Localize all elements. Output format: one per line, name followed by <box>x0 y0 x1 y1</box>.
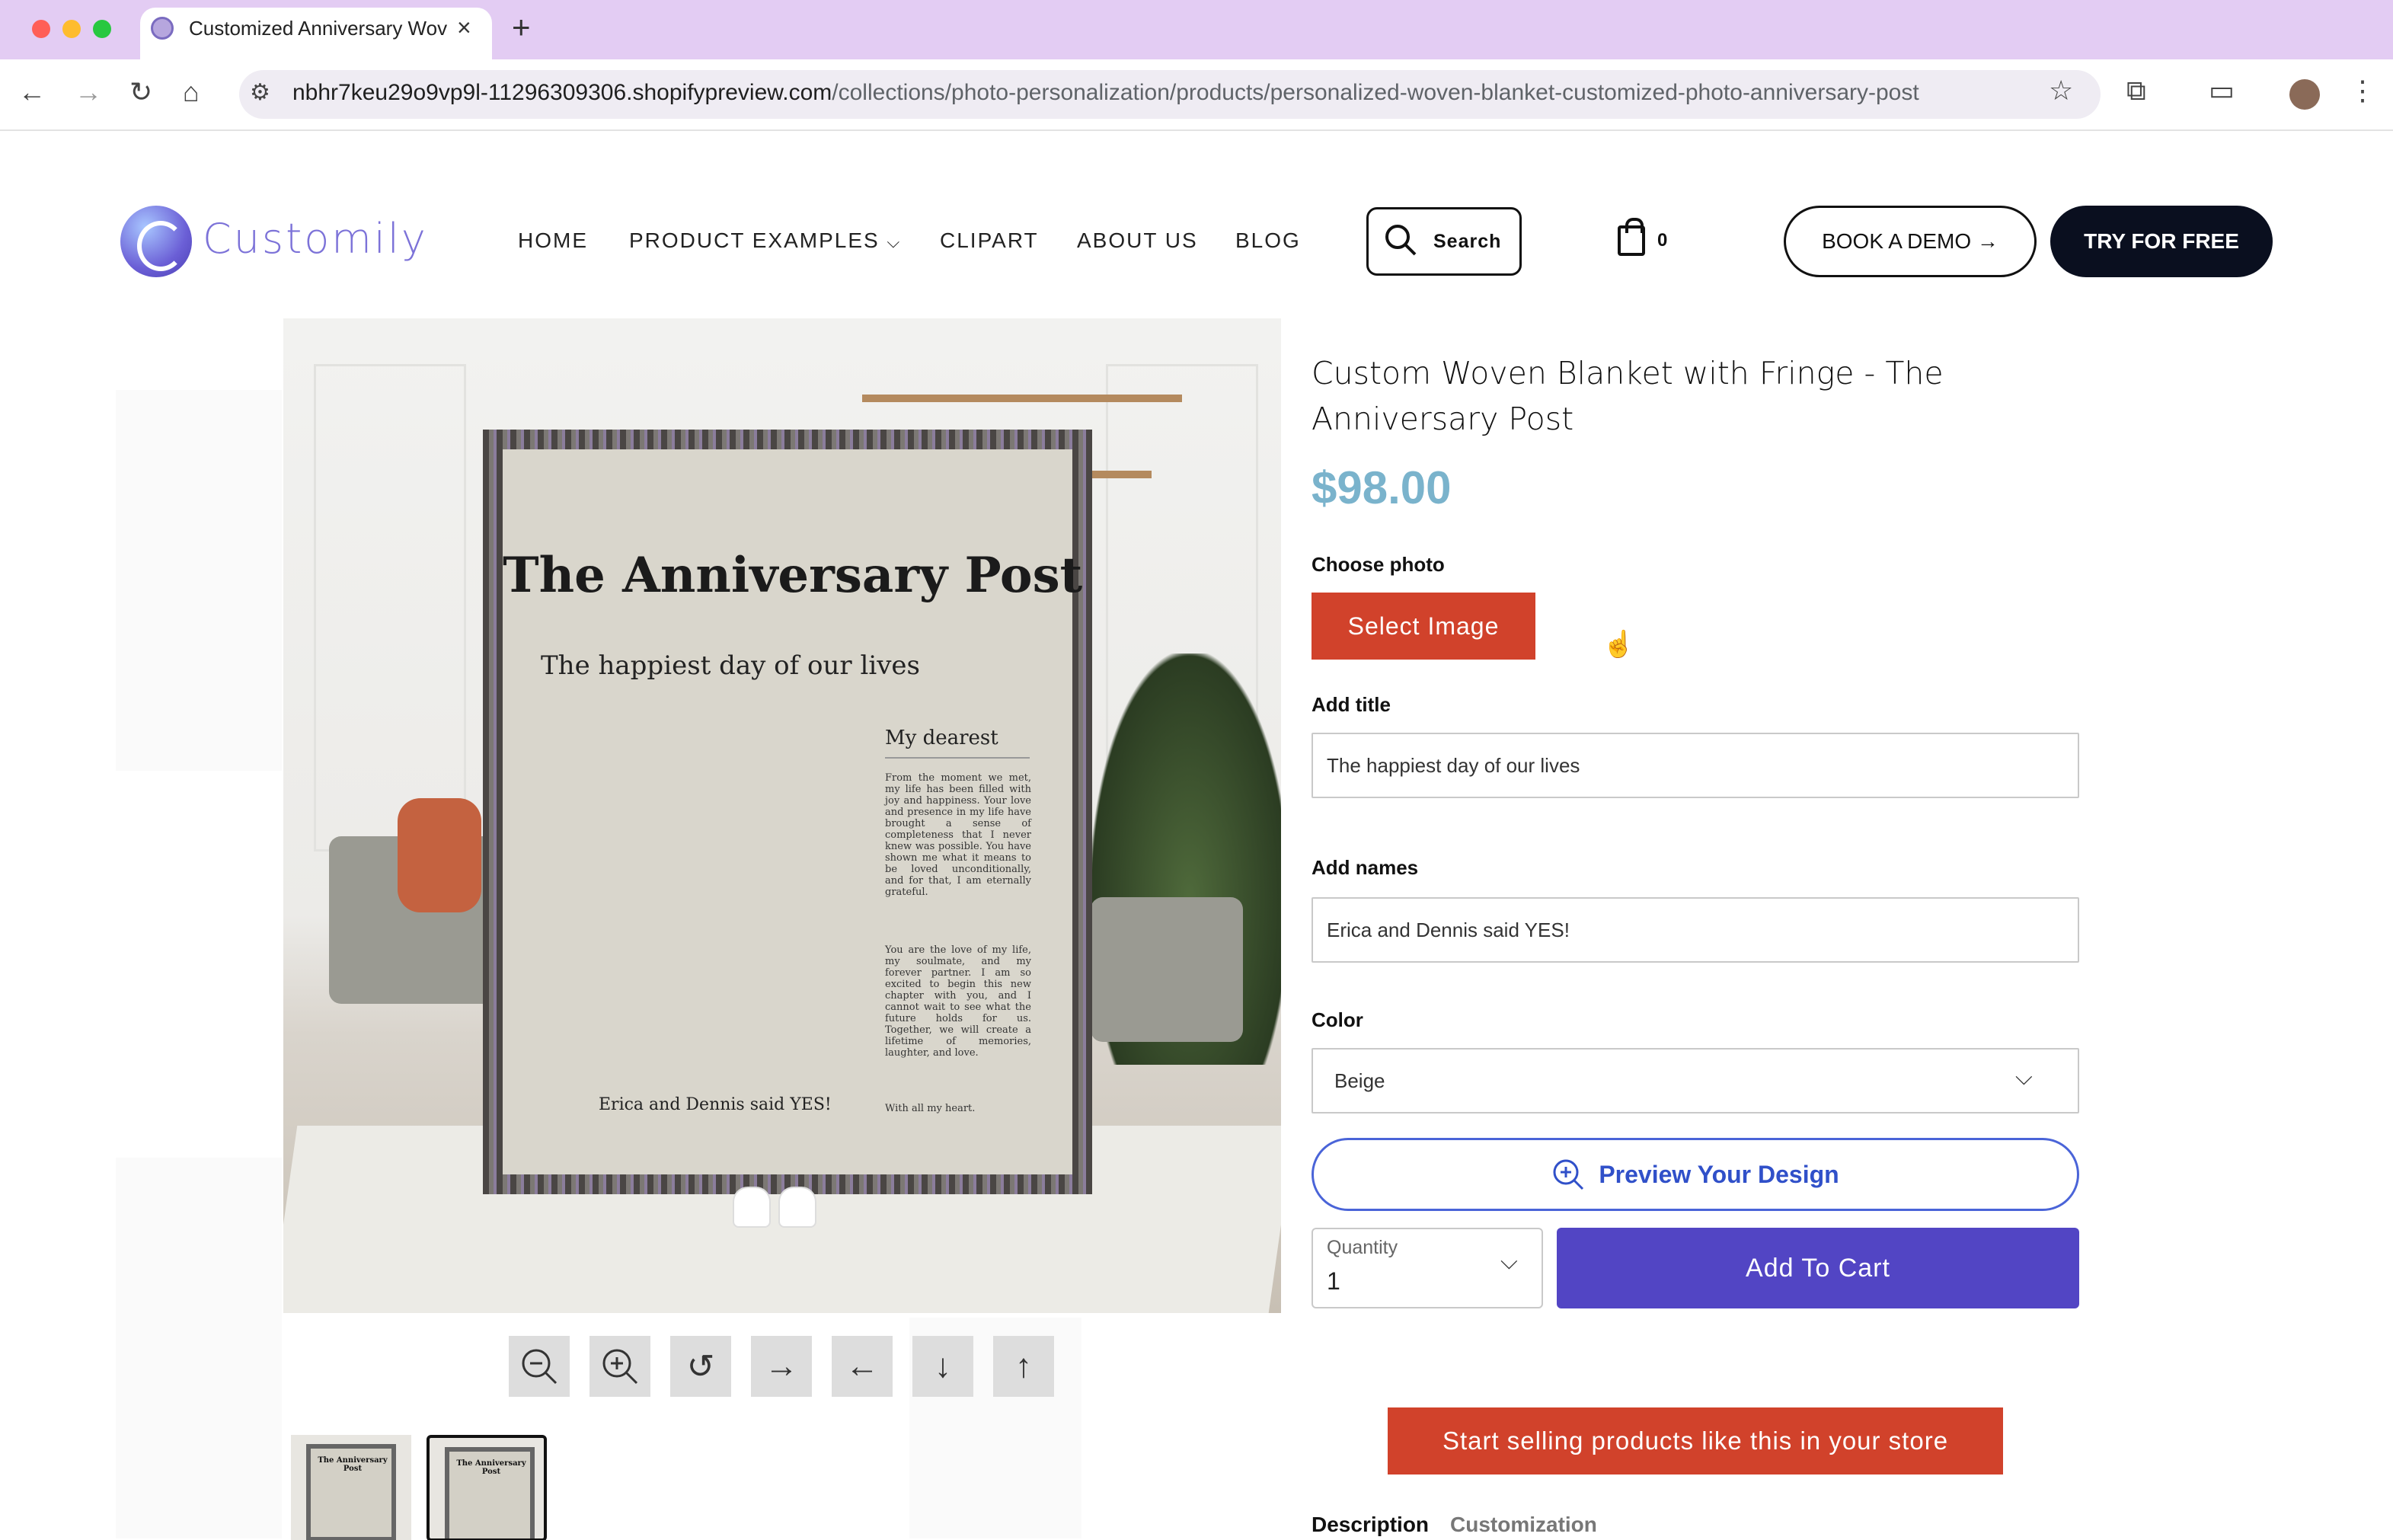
add-title-label: Add title <box>1312 693 1391 716</box>
try-free-button[interactable]: TRY FOR FREE <box>2050 206 2273 277</box>
close-window-icon[interactable] <box>32 20 50 38</box>
color-label: Color <box>1312 1008 1363 1031</box>
zoom-in-icon[interactable] <box>589 1336 650 1397</box>
chevron-down-icon: ⌵ <box>887 232 902 251</box>
move-left-icon[interactable]: ← <box>832 1336 893 1397</box>
armchair <box>1091 897 1243 1042</box>
product-main-image[interactable] <box>283 318 1281 1313</box>
blanket-letter-body: You are the love of my life, my soulmate… <box>885 944 1031 1059</box>
bookmark-star-icon[interactable]: ☆ <box>2049 75 2073 107</box>
move-right-icon[interactable]: → <box>751 1336 812 1397</box>
blanket-names: Erica and Dennis said YES! <box>599 1095 832 1114</box>
color-select[interactable]: Beige <box>1312 1048 2079 1113</box>
wall-panel <box>314 364 466 851</box>
nav-blog[interactable]: BLOG <box>1235 228 1301 253</box>
nav-home[interactable]: HOME <box>518 228 588 253</box>
add-names-label: Add names <box>1312 856 1419 879</box>
shoe <box>733 1187 771 1228</box>
product-title: Custom Woven Blanket with Fringe - The A… <box>1312 355 1944 437</box>
start-selling-button[interactable]: Start selling products like this in your… <box>1388 1407 2003 1475</box>
search-icon <box>1385 225 1417 256</box>
preview-design-button[interactable]: Preview Your Design <box>1312 1138 2079 1211</box>
select-image-button[interactable]: Select Image <box>1312 593 1535 660</box>
chevron-down-icon: ⌵ <box>1500 1249 1518 1274</box>
choose-photo-label: Choose photo <box>1312 553 1445 576</box>
url-text[interactable]: nbhr7keu29o9vp9l-11296309306.shopifyprev… <box>292 80 1919 106</box>
blanket-signoff: With all my heart. <box>885 1103 976 1114</box>
back-icon[interactable]: ← <box>18 76 46 108</box>
wooden-shelf <box>862 395 1182 402</box>
shoe <box>778 1187 816 1228</box>
menu-dots-icon[interactable]: ⋮ <box>2349 75 2376 107</box>
color-selected-value: Beige <box>1334 1069 1385 1092</box>
move-down-icon[interactable]: ↓ <box>912 1336 973 1397</box>
title-input[interactable]: The happiest day of our lives <box>1312 733 2079 798</box>
nav-product-examples[interactable]: PRODUCT EXAMPLES ⌵ <box>629 228 901 253</box>
thumbnail-1[interactable]: The Anniversary Post <box>291 1435 411 1540</box>
blanket-letter-body: From the moment we met, my life has been… <box>885 772 1031 898</box>
quantity-label: Quantity <box>1327 1237 1398 1258</box>
logo-text[interactable]: Customily <box>203 215 428 263</box>
book-demo-button[interactable]: BOOK A DEMO → <box>1784 206 2037 277</box>
names-input[interactable]: Erica and Dennis said YES! <box>1312 897 2079 963</box>
zoom-out-icon[interactable] <box>509 1336 570 1397</box>
letter-divider <box>885 757 1030 759</box>
product-price: $98.00 <box>1312 462 1452 513</box>
blanket-subtitle: The happiest day of our lives <box>541 650 920 681</box>
quantity-value: 1 <box>1327 1267 1340 1295</box>
blanket-title: The Anniversary Post <box>503 547 1083 604</box>
thumbnail-2-selected[interactable]: The Anniversary Post <box>427 1435 547 1540</box>
profile-avatar[interactable] <box>2289 79 2320 110</box>
home-icon[interactable]: ⌂ <box>183 76 200 108</box>
chevron-down-icon: ⌵ <box>2015 1065 2033 1090</box>
new-tab-icon[interactable]: + <box>512 9 531 46</box>
cart-count: 0 <box>1657 230 1668 251</box>
media-icon[interactable]: ▭ <box>2209 75 2235 107</box>
tab-favicon-icon <box>151 17 174 40</box>
nav-clipart[interactable]: CLIPART <box>940 228 1039 253</box>
forward-icon[interactable]: → <box>75 76 102 108</box>
blanket-letter-heading: My dearest <box>885 727 998 749</box>
ghost-panel <box>116 1158 282 1538</box>
move-up-icon[interactable]: ↑ <box>993 1336 1054 1397</box>
hand-cursor-icon: ☝ <box>1602 630 1635 659</box>
tab-description[interactable]: Description <box>1312 1513 1429 1537</box>
extensions-icon[interactable]: ⧉ <box>2126 75 2146 107</box>
tab-close-icon[interactable]: × <box>457 14 471 42</box>
search-label: Search <box>1433 231 1502 252</box>
orange-pillow <box>398 798 481 912</box>
ghost-panel <box>116 390 282 771</box>
rotate-icon[interactable]: ↺ <box>670 1336 731 1397</box>
minimize-window-icon[interactable] <box>62 20 81 38</box>
cart-bag-icon[interactable] <box>1618 218 1645 256</box>
maximize-window-icon[interactable] <box>93 20 111 38</box>
nav-about-us[interactable]: ABOUT US <box>1077 228 1198 253</box>
tab-title: Customized Anniversary Wov <box>189 17 448 40</box>
add-to-cart-button[interactable]: Add To Cart <box>1557 1228 2079 1308</box>
preview-button-label: Preview Your Design <box>1599 1160 1839 1188</box>
zoom-in-icon <box>1553 1159 1584 1190</box>
tab-customization[interactable]: Customization <box>1450 1513 1597 1537</box>
customily-logo-icon[interactable] <box>120 206 192 277</box>
site-settings-icon[interactable]: ⚙ <box>250 79 270 106</box>
reload-icon[interactable]: ↻ <box>129 76 152 108</box>
